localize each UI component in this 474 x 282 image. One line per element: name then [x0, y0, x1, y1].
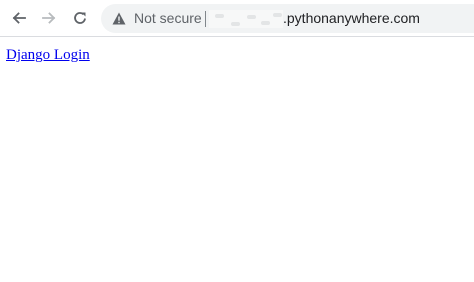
- browser-toolbar: Not secure .pythonanywhere.com: [0, 0, 474, 37]
- forward-button[interactable]: [36, 5, 62, 31]
- forward-arrow-icon: [42, 12, 56, 24]
- page-content: Django Login: [0, 37, 474, 64]
- back-button[interactable]: [6, 5, 32, 31]
- reload-button[interactable]: [67, 5, 93, 31]
- address-bar[interactable]: Not secure .pythonanywhere.com: [101, 4, 474, 33]
- url-text[interactable]: .pythonanywhere.com: [283, 10, 420, 26]
- reload-icon: [74, 12, 86, 24]
- back-arrow-icon: [12, 12, 26, 24]
- address-separator: [205, 11, 206, 27]
- redacted-subdomain: [209, 10, 283, 28]
- django-login-link[interactable]: Django Login: [6, 47, 90, 63]
- warning-triangle-icon: [112, 12, 126, 25]
- security-status-label[interactable]: Not secure: [134, 10, 202, 26]
